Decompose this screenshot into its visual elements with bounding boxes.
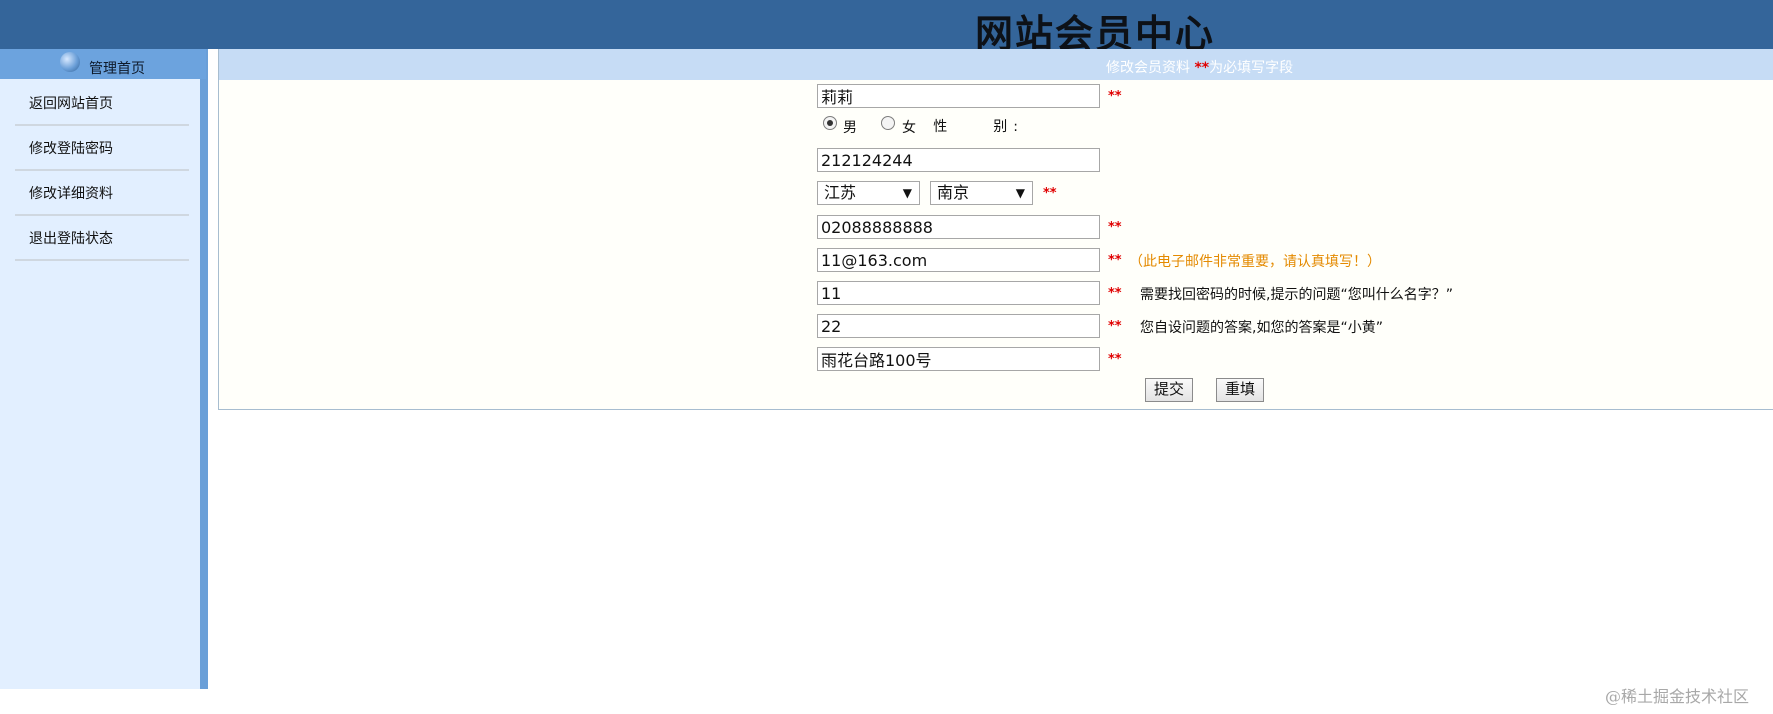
sidebar-title[interactable]: 管理首页 (89, 58, 145, 78)
sidebar-header: 管理首页 (0, 49, 206, 79)
row-password-answer: 问题回答: ** 您自设问题的答案,如您的答案是“小黄” (219, 310, 1773, 340)
reset-button[interactable]: 重填 (1216, 378, 1265, 402)
panel-header: 修改会员资料 **为必填写字段 (219, 49, 1773, 80)
chevron-down-icon: ▼ (902, 186, 912, 200)
watermark: @稀土掘金技术社区 (1605, 687, 1750, 706)
row-location: 所在地: 江苏 ▼ 南京 ▼ ** (219, 177, 1773, 207)
row-password-question: 密码提示问题: ** 需要找回密码的时候,提示的问题“您叫什么名字？” (219, 277, 1773, 307)
header-bar: 网站会员中心 (0, 0, 1773, 56)
province-value: 江苏 (824, 183, 857, 202)
gender-female-label: 女 (902, 120, 916, 136)
required-marker: ** (1108, 89, 1122, 104)
required-marker: ** (1043, 186, 1057, 201)
required-marker: ** (1108, 286, 1122, 301)
real-name-input[interactable] (817, 84, 1100, 108)
row-id-number: 身份证号码: (219, 144, 1773, 174)
phone-input[interactable] (817, 215, 1100, 239)
required-marker: ** (1108, 319, 1122, 334)
menu-item-home[interactable]: 返回网站首页 (15, 81, 189, 126)
row-phone: 联系电话: ** (219, 211, 1773, 241)
city-value: 南京 (937, 183, 970, 202)
gender-radio-female[interactable] (881, 116, 895, 130)
panel-note: 修改会员资料 **为必填写字段 (1106, 57, 1293, 77)
menu-item-logout[interactable]: 退出登陆状态 (15, 216, 189, 261)
gender-radio-male[interactable] (823, 116, 837, 130)
menu-item-change-password[interactable]: 修改登陆密码 (15, 126, 189, 171)
required-marker: ** (1108, 220, 1122, 235)
gender-label: 性 别: (933, 119, 1024, 135)
email-input[interactable] (817, 248, 1100, 272)
chevron-down-icon: ▼ (1015, 186, 1025, 200)
main-panel: 修改会员资料 **为必填写字段 真实姓名: ** 性 别: 男 女 身份证号码:… (218, 49, 1773, 410)
sidebar-menu: 返回网站首页 修改登陆密码 修改详细资料 退出登陆状态 (15, 81, 189, 261)
row-gender: 性 别: 男 女 (219, 109, 1773, 139)
required-note: 为必填写字段 (1209, 60, 1294, 76)
pw-answer-input[interactable] (817, 314, 1100, 338)
address-input[interactable] (817, 347, 1100, 371)
gender-male-label: 男 (843, 120, 857, 136)
province-select[interactable]: 江苏 ▼ (817, 181, 920, 205)
id-number-input[interactable] (817, 148, 1100, 172)
required-marker: ** (1194, 60, 1210, 76)
row-real-name: 真实姓名: ** (219, 80, 1773, 110)
required-marker: ** (1108, 253, 1122, 268)
pw-question-hint: 需要找回密码的时候,提示的问题“您叫什么名字？” (1140, 287, 1453, 303)
city-select[interactable]: 南京 ▼ (930, 181, 1033, 205)
pw-answer-hint: 您自设问题的答案,如您的答案是“小黄” (1140, 320, 1383, 336)
globe-icon (60, 52, 80, 72)
row-email: E-mail: ** （此电子邮件非常重要，请认真填写！） (219, 244, 1773, 274)
required-marker: ** (1108, 352, 1122, 367)
menu-item-edit-profile[interactable]: 修改详细资料 (15, 171, 189, 216)
submit-button[interactable]: 提交 (1145, 378, 1194, 402)
row-address: 详细地址: ** (219, 343, 1773, 373)
panel-title: 修改会员资料 (1106, 60, 1190, 76)
email-hint: （此电子邮件非常重要，请认真填写！） (1129, 254, 1381, 270)
pw-question-input[interactable] (817, 281, 1100, 305)
sidebar-edge (200, 49, 208, 689)
